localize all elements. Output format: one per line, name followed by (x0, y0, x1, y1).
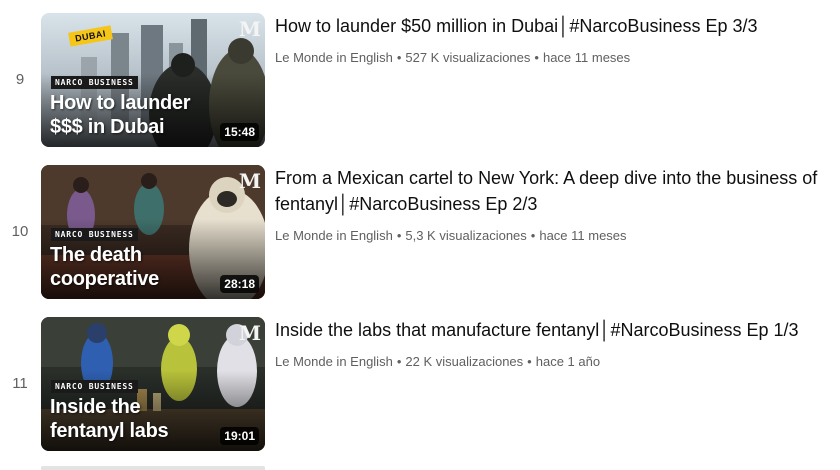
video-thumbnail[interactable]: M NARCO BUSINESS Inside the fentanyl lab… (41, 317, 265, 451)
playlist-index: 9 (15, 71, 25, 88)
series-tag: NARCO BUSINESS (51, 380, 138, 393)
playlist-index: 10 (11, 223, 29, 240)
upload-age: hace 1 año (535, 354, 601, 369)
video-title-link[interactable]: How to launder $50 million in Dubai│#Nar… (275, 13, 835, 39)
series-tag: NARCO BUSINESS (51, 76, 138, 89)
series-tag: NARCO BUSINESS (51, 228, 138, 241)
channel-name-link[interactable]: Le Monde in English (275, 354, 393, 369)
meta-separator: • (396, 228, 402, 243)
video-meta: Le Monde in English • 527 K visualizacione… (275, 49, 835, 67)
view-count: 22 K visualizaciones (405, 354, 524, 369)
thumbnail-title: How to launder $$$ in Dubai (50, 92, 191, 138)
video-details: How to launder $50 million in Dubai│#Nar… (275, 13, 835, 67)
meta-separator: • (534, 50, 539, 65)
upload-age: hace 11 meses (539, 228, 627, 243)
meta-separator: • (396, 50, 402, 65)
meta-separator: • (530, 228, 536, 243)
channel-name-link[interactable]: Le Monde in English (275, 50, 393, 65)
video-title-link[interactable]: Inside the labs that manufacture fentany… (275, 317, 835, 343)
playlist-item[interactable]: 10 M NARCO BUSINESS The death cooperativ… (0, 165, 840, 299)
video-thumbnail[interactable]: M NARCO BUSINESS The death cooperative 2… (41, 165, 265, 299)
playlist-item[interactable]: 11 M NARCO BUSINESS Inside the fentanyl … (0, 317, 840, 451)
duration-badge: 19:01 (220, 427, 259, 445)
view-count: 527 K visualizaciones (405, 50, 531, 65)
playlist-panel: 9 DUBAI M NARCO BUSINESS How to launder … (0, 0, 840, 470)
video-title-link[interactable]: From a Mexican cartel to New York: A dee… (275, 165, 835, 217)
view-count: 5,3 K visualizaciones (405, 228, 527, 243)
video-meta: Le Monde in English • 22 K visualizaciones… (275, 353, 835, 371)
thumbnail-title: The death cooperative (50, 244, 159, 290)
le-monde-logo-icon: M (238, 321, 261, 345)
le-monde-logo-icon: M (238, 17, 261, 41)
playlist-index: 11 (12, 375, 28, 392)
next-thumbnail-edge (41, 466, 265, 470)
duration-badge: 28:18 (220, 275, 259, 293)
channel-name-link[interactable]: Le Monde in English (275, 228, 393, 243)
video-meta: Le Monde in English • 5,3 K visualizacione… (275, 227, 835, 245)
meta-separator: • (527, 354, 532, 369)
video-details: From a Mexican cartel to New York: A dee… (275, 165, 835, 245)
le-monde-logo-icon: M (238, 169, 261, 193)
upload-age: hace 11 meses (542, 50, 631, 65)
video-thumbnail[interactable]: DUBAI M NARCO BUSINESS How to launder $$… (41, 13, 265, 147)
video-details: Inside the labs that manufacture fentany… (275, 317, 835, 371)
thumbnail-title: Inside the fentanyl labs (50, 396, 169, 442)
meta-separator: • (396, 354, 402, 369)
duration-badge: 15:48 (220, 123, 259, 141)
playlist-item[interactable]: 9 DUBAI M NARCO BUSINESS How to launder … (0, 13, 840, 147)
